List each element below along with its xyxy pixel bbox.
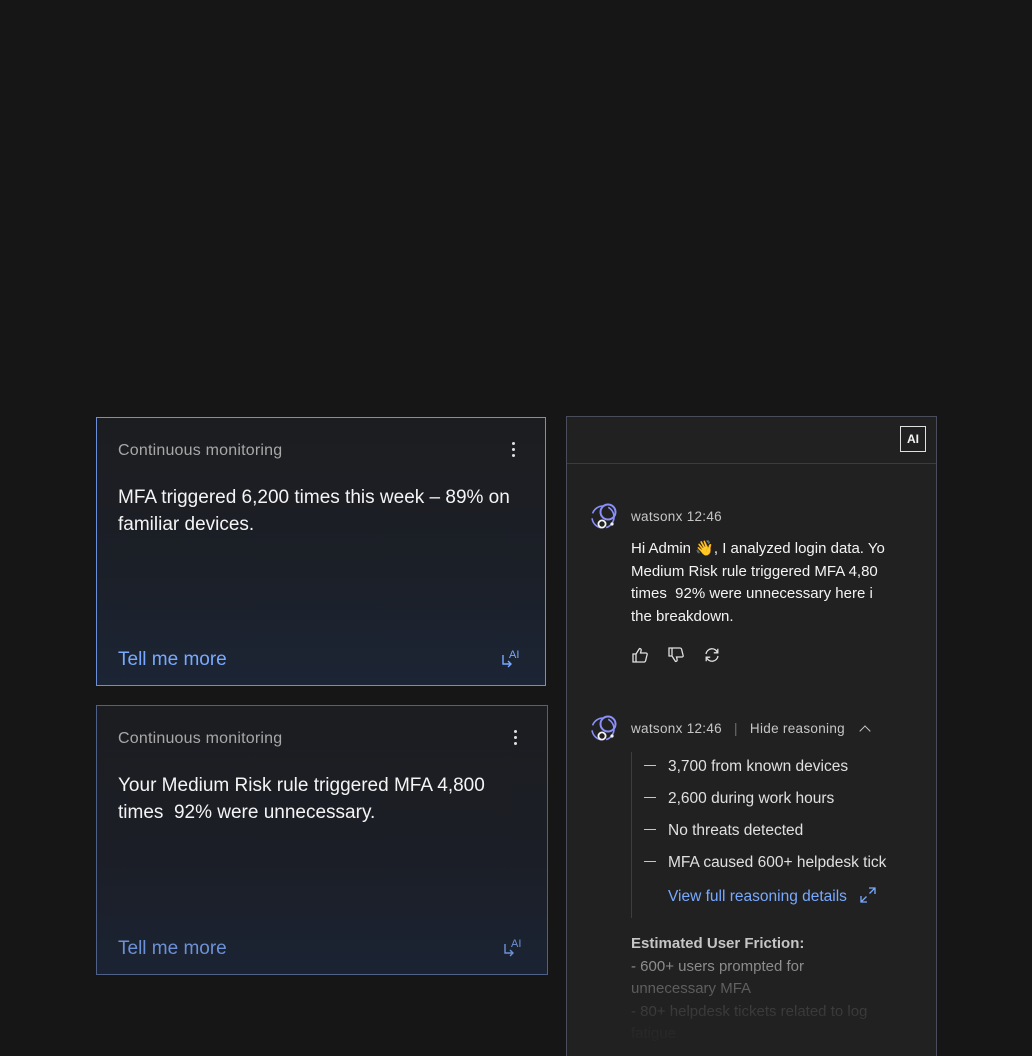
reasoning-text: MFA caused 600+ helpdesk tick [668,854,887,871]
message-line: Hi Admin 👋, I analyzed login data. Yo [631,540,885,557]
expand-icon [860,887,876,903]
card-body-text: MFA triggered 6,200 times this week – 89… [118,487,510,535]
friction-line: - 600+ users prompted for [631,957,805,975]
meta-divider: | [734,721,738,736]
message-line: the breakdown. [631,608,734,626]
message-line: times 92% were unnecessary here i [631,585,873,603]
svg-text:AI: AI [511,938,521,950]
message-meta: watsonx 12:46 | Hide reasoning [631,721,871,737]
reasoning-item: 3,700 from known devices [644,758,848,776]
reasoning-panel: 3,700 from known devices 2,600 during wo… [631,752,895,918]
watsonx-avatar-icon [591,715,617,741]
view-reasoning-details-link[interactable]: View full reasoning details [668,887,877,906]
reasoning-text: 2,600 during work hours [668,790,835,807]
chat-header: AI [567,417,936,464]
view-reasoning-label: View full reasoning details [668,888,847,906]
thumbs-up-icon[interactable] [631,646,649,664]
ai-label-badge[interactable]: AI [900,426,926,452]
sender-name: watsonx [631,509,683,524]
overflow-menu-icon[interactable] [505,442,521,460]
sender-name: watsonx [631,721,683,736]
friction-line: unnecessary MFA [631,980,752,997]
message-meta: watsonx 12:46 [631,509,722,524]
ai-launch-icon[interactable]: AI [500,646,524,670]
reasoning-item: MFA caused 600+ helpdesk tick [644,854,886,872]
reasoning-item: No threats detected [644,822,803,840]
friction-summary: Estimated User Friction: - 600+ users pr… [631,933,894,1046]
insight-card-2[interactable]: Continuous monitoring Your Medium Risk r… [96,705,548,975]
dash-icon [644,797,656,799]
insight-card-1[interactable]: Continuous monitoring MFA triggered 6,20… [96,417,546,686]
tell-me-more-link[interactable]: Tell me more [118,938,227,960]
reasoning-text: 3,700 from known devices [668,758,849,775]
card-label: Continuous monitoring [118,730,283,747]
hide-reasoning-toggle[interactable]: Hide reasoning [749,721,871,737]
overflow-menu-icon[interactable] [507,730,523,748]
ai-launch-icon[interactable]: AI [502,935,526,959]
svg-text:AI: AI [509,649,519,661]
card-label: Continuous monitoring [118,442,283,459]
friction-title: Estimated User Friction: [631,935,805,952]
chevron-up-icon [859,725,871,737]
chat-panel: AI watsonx 12:46 Hi Admin 👋, I analyzed … [566,416,937,1056]
hide-reasoning-label: Hide reasoning [749,721,845,736]
dash-icon [644,861,656,863]
friction-line: - 80+ helpdesk tickets related to log [631,1002,868,1020]
message-text: Hi Admin 👋, I analyzed login data. Yo Me… [631,538,894,629]
dash-icon [644,765,656,767]
watsonx-avatar-icon [591,503,617,529]
card-body-text: Your Medium Risk rule triggered MFA 4,80… [118,775,485,823]
tell-me-more-link[interactable]: Tell me more [118,649,227,671]
message-time: 12:46 [686,721,722,736]
reasoning-text: No threats detected [668,822,804,839]
regenerate-icon[interactable] [703,646,721,664]
dash-icon [644,829,656,831]
thumbs-down-icon[interactable] [667,646,685,664]
message-time: 12:46 [686,509,722,524]
reasoning-item: 2,600 during work hours [644,790,834,808]
friction-line: fatigue [631,1025,677,1042]
message-line: Medium Risk rule triggered MFA 4,80 [631,562,878,580]
